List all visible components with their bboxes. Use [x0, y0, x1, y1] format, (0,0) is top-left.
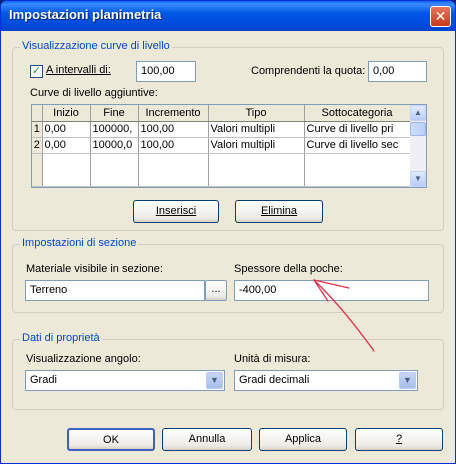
annotation-arrow-shaft — [313, 279, 375, 352]
annotation-arrow-icon — [313, 279, 375, 352]
settings-dialog: Impostazioni planimetria ✕ Visualizzazio… — [0, 0, 456, 464]
